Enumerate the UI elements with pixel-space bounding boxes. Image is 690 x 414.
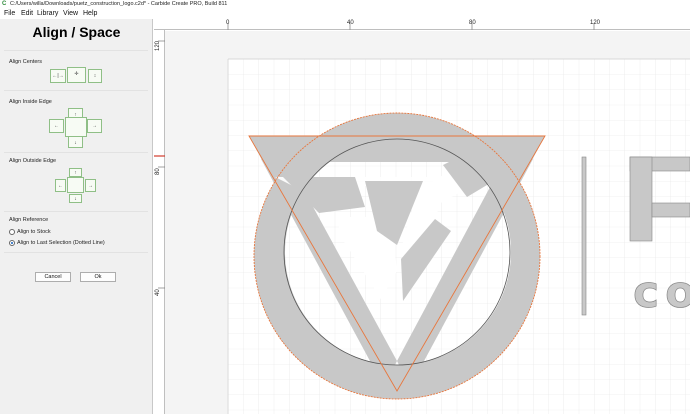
ok-button[interactable]: Ok bbox=[80, 272, 116, 282]
arrow-right-icon: → bbox=[88, 183, 93, 189]
ruler-label-80: 80 bbox=[155, 168, 161, 175]
arrow-down-icon: ↓ bbox=[74, 196, 77, 202]
ruler-label-120: 120 bbox=[155, 40, 161, 51]
canvas-letters: co bbox=[633, 267, 690, 319]
cancel-button[interactable]: Cancel bbox=[35, 272, 71, 282]
divider bbox=[4, 90, 148, 91]
ruler-label-120: 120 bbox=[590, 20, 601, 26]
align-to-selection-label[interactable]: Align to Last Selection (Dotted Line) bbox=[17, 240, 105, 246]
ruler-label-40: 40 bbox=[155, 289, 161, 296]
align-outside-label: Align Outside Edge bbox=[9, 158, 57, 164]
align-outside-center-box bbox=[67, 177, 84, 193]
arrow-up-icon: ↑ bbox=[74, 170, 77, 176]
divider bbox=[4, 252, 148, 253]
divider bbox=[4, 50, 148, 51]
align-to-selection-radio[interactable] bbox=[9, 240, 15, 246]
align-outside-right-button[interactable]: → bbox=[85, 179, 96, 192]
menu-library[interactable]: Library bbox=[37, 10, 58, 17]
window-title: C:/Users/willa/Downloads/puetz_construct… bbox=[10, 1, 228, 7]
align-outside-top-button[interactable]: ↑ bbox=[69, 168, 82, 177]
ruler-label-40: 40 bbox=[347, 20, 354, 26]
align-v-center-icon: ↕ bbox=[93, 73, 97, 79]
carbide-create-icon: C bbox=[2, 1, 7, 7]
top-ruler-ticks bbox=[154, 23, 690, 30]
divider bbox=[4, 152, 148, 153]
align-both-center-icon: ✛ bbox=[74, 71, 79, 77]
ruler-label-80: 80 bbox=[469, 20, 476, 26]
align-center-vertical-button[interactable]: ↕ bbox=[88, 69, 102, 83]
menu-bar: File Edit Library View Help bbox=[0, 9, 690, 19]
menu-help[interactable]: Help bbox=[83, 10, 97, 17]
align-outside-bottom-button[interactable]: ↓ bbox=[69, 194, 82, 203]
arrow-down-icon: ↓ bbox=[74, 140, 77, 146]
title-bar: C C:/Users/willa/Downloads/puetz_constru… bbox=[0, 0, 690, 9]
align-to-stock-label[interactable]: Align to Stock bbox=[17, 229, 51, 235]
align-inside-center-box bbox=[65, 117, 87, 137]
letter-p-mid bbox=[651, 202, 690, 218]
align-center-horizontal-button[interactable]: ←|→ bbox=[50, 69, 66, 83]
left-ruler: 120 80 40 bbox=[154, 30, 165, 414]
align-inside-left-button[interactable]: ← bbox=[49, 119, 64, 133]
arrow-left-icon: ← bbox=[54, 123, 59, 129]
top-ruler: 0 40 80 120 bbox=[154, 19, 690, 30]
letter-p-stem bbox=[629, 156, 653, 242]
ruler-label-0: 0 bbox=[226, 20, 230, 26]
align-inside-bottom-button[interactable]: ↓ bbox=[68, 136, 83, 148]
design-canvas[interactable]: co bbox=[165, 31, 690, 414]
align-inside-label: Align Inside Edge bbox=[9, 99, 52, 105]
align-outside-left-button[interactable]: ← bbox=[55, 179, 66, 192]
align-space-panel: Align / Space Align Centers ←|→ ✛ ↕ Alig… bbox=[0, 19, 153, 414]
align-centers-label: Align Centers bbox=[9, 59, 43, 65]
align-inside-right-button[interactable]: → bbox=[87, 119, 102, 133]
align-center-both-button[interactable]: ✛ bbox=[67, 67, 86, 83]
panel-title: Align / Space bbox=[32, 24, 121, 40]
left-ruler-ticks bbox=[154, 40, 165, 289]
align-reference-label: Align Reference bbox=[9, 217, 49, 223]
triangle-top-band bbox=[249, 136, 545, 162]
align-h-center-icon: ←|→ bbox=[52, 73, 64, 79]
canvas-drawing bbox=[227, 58, 690, 414]
menu-edit[interactable]: Edit bbox=[21, 10, 33, 17]
divider bbox=[4, 211, 148, 212]
arrow-right-icon: → bbox=[92, 123, 97, 129]
align-to-stock-radio[interactable] bbox=[9, 229, 15, 235]
vertical-bar-icon bbox=[581, 156, 587, 316]
menu-file[interactable]: File bbox=[4, 10, 15, 17]
arrow-left-icon: ← bbox=[58, 183, 63, 189]
menu-view[interactable]: View bbox=[63, 10, 78, 17]
